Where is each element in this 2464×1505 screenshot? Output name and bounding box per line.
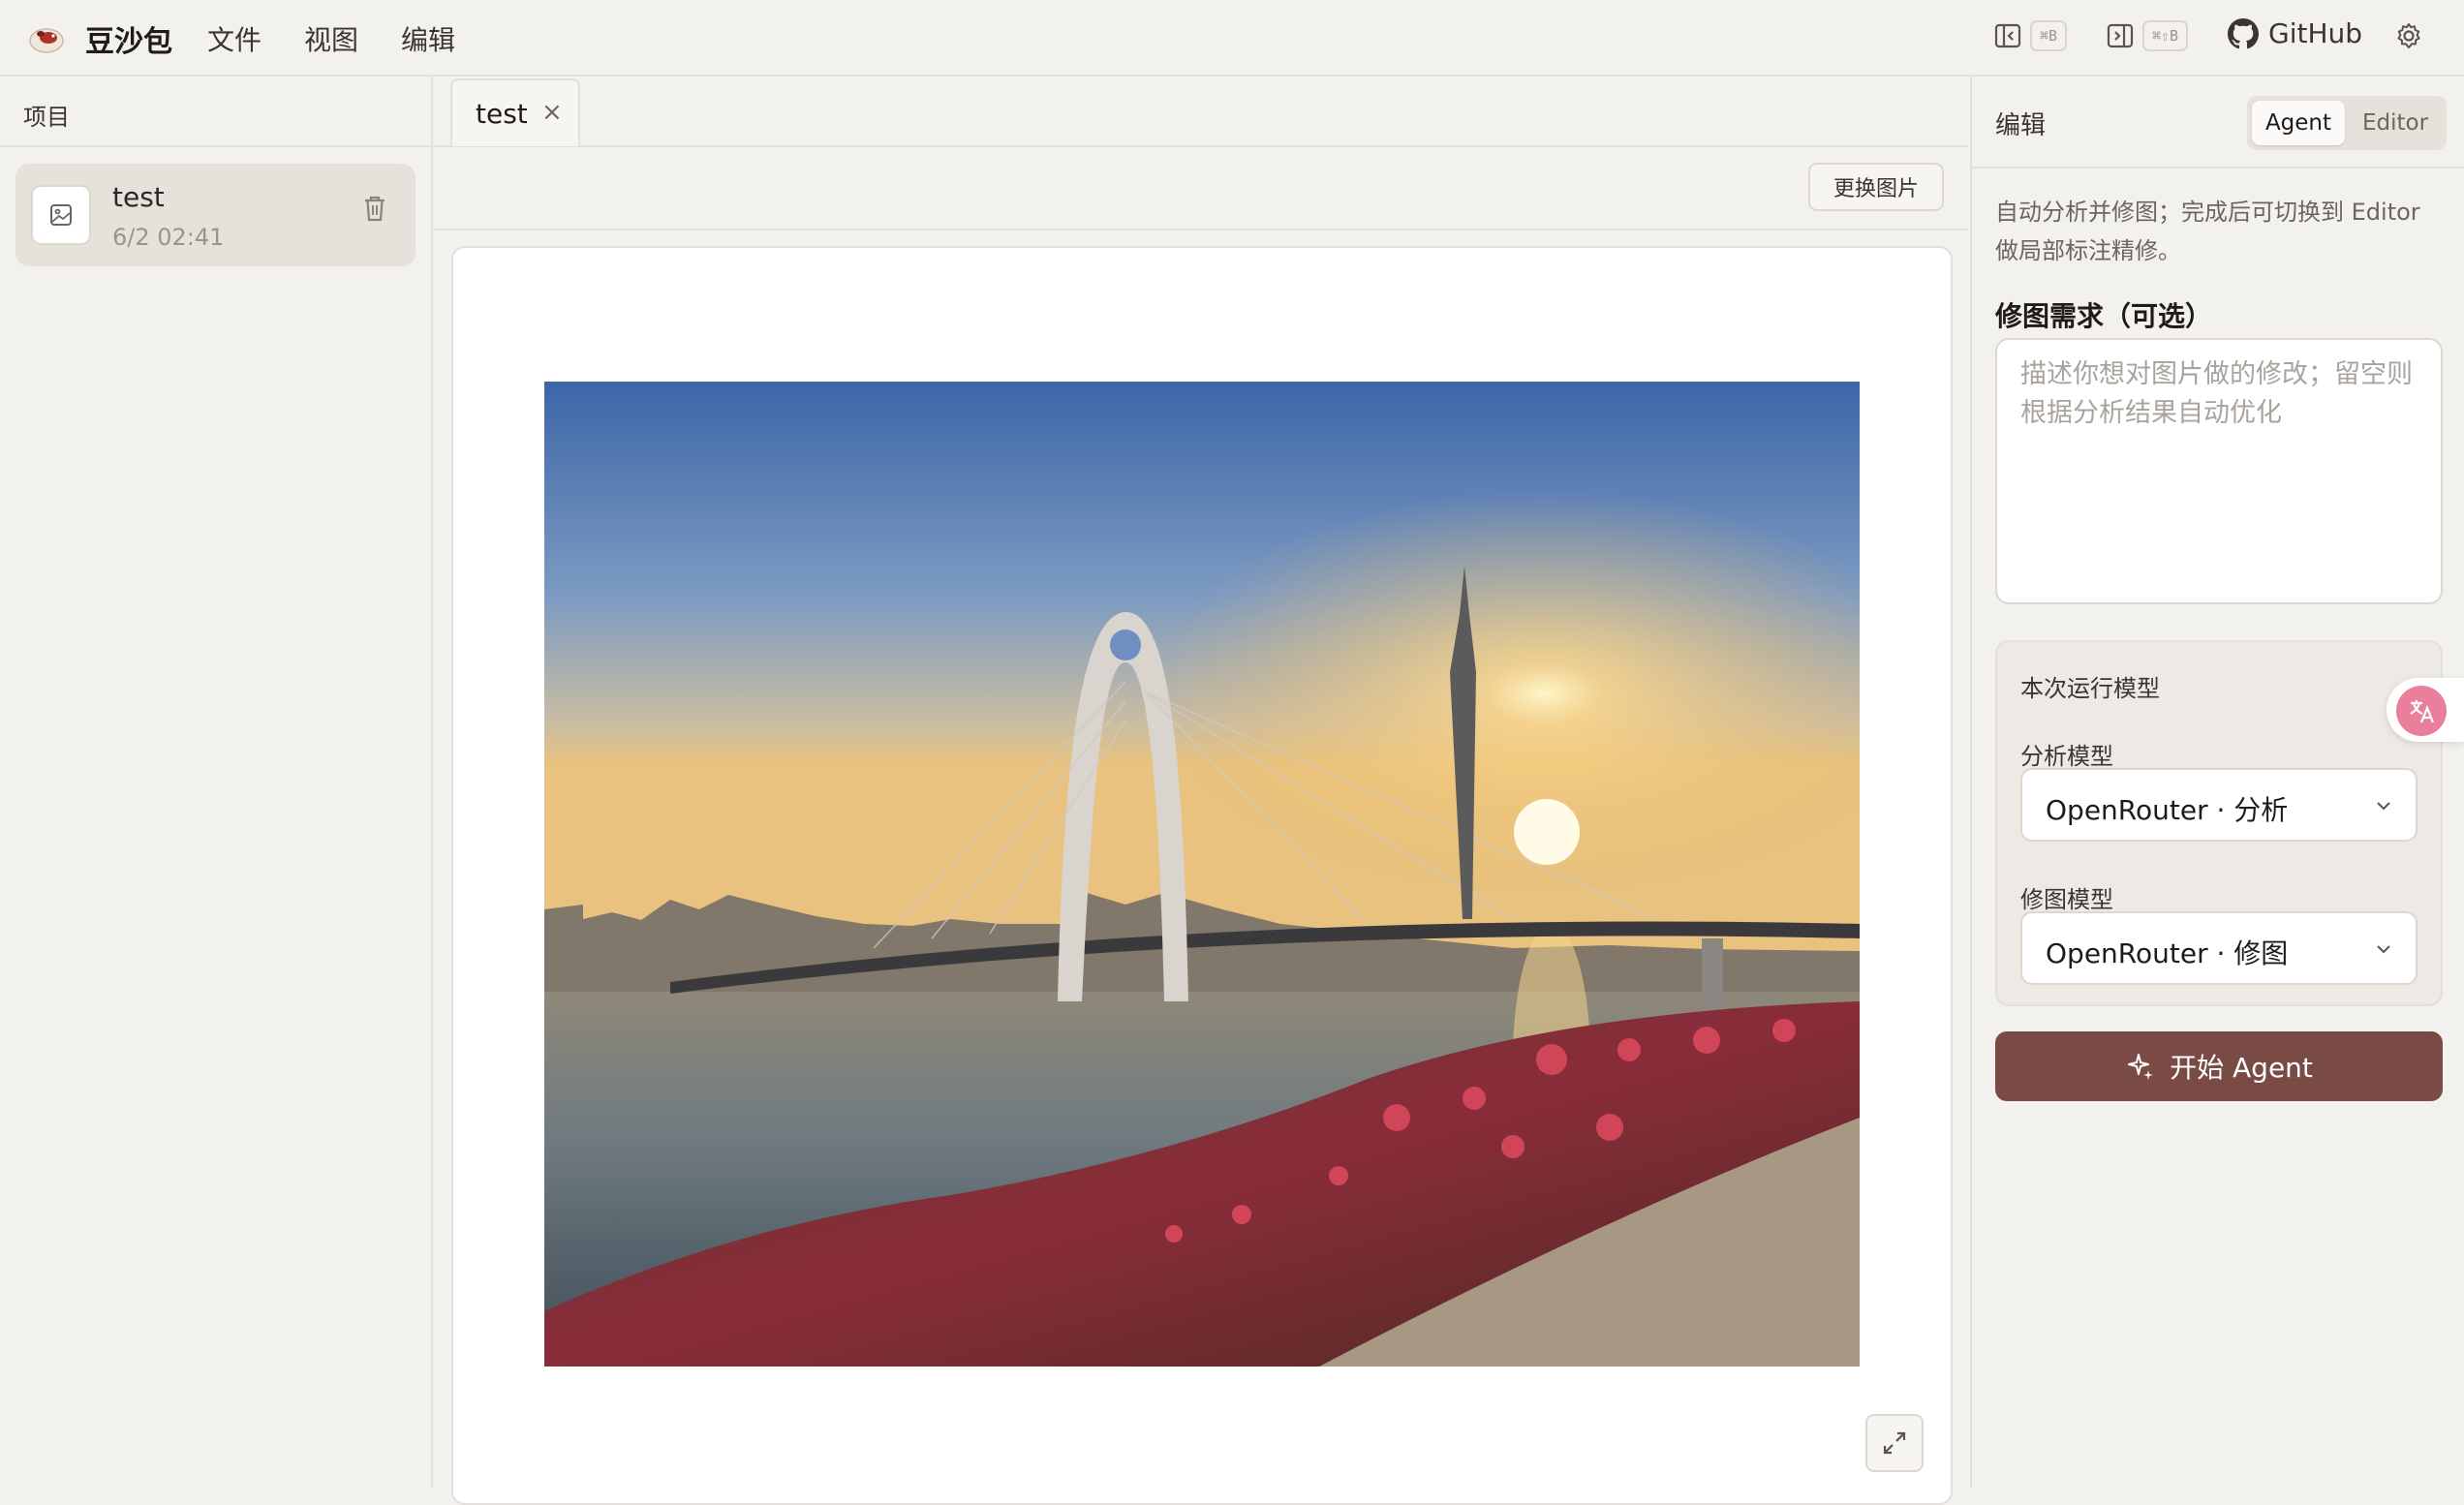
menu-file[interactable]: 文件 bbox=[207, 19, 262, 58]
tab-bar: test × bbox=[433, 77, 1968, 147]
sidebar-left-icon[interactable] bbox=[1993, 21, 2022, 50]
project-thumbnail bbox=[31, 185, 91, 245]
app-logo-icon bbox=[29, 28, 64, 53]
edit-model-value: OpenRouter · 修图 bbox=[2046, 937, 2289, 969]
request-input[interactable] bbox=[1995, 338, 2443, 604]
image-canvas bbox=[451, 246, 1953, 1505]
app-name: 豆沙包 bbox=[85, 25, 172, 59]
right-panel-shortcut: ⌘⇧B bbox=[2142, 20, 2189, 51]
sidebar-header: 项目 bbox=[0, 77, 431, 147]
request-label: 修图需求（可选） bbox=[1995, 300, 2213, 332]
start-agent-label: 开始 Agent bbox=[2170, 1052, 2313, 1084]
model-section-title: 本次运行模型 bbox=[2020, 675, 2160, 702]
gear-icon[interactable] bbox=[2394, 21, 2423, 50]
edit-panel-title: 编辑 bbox=[1995, 111, 2047, 140]
top-bar: 豆沙包 文件 视图 编辑 ⌘B ⌘⇧B GitHub bbox=[0, 0, 2464, 77]
menu-edit[interactable]: 编辑 bbox=[401, 19, 455, 58]
edit-model-label: 修图模型 bbox=[2020, 886, 2113, 913]
image-icon bbox=[50, 204, 72, 226]
agent-description: 自动分析并修图；完成后可切换到 Editor 做局部标注精修。 bbox=[1995, 199, 2420, 264]
project-date: 6/2 02:41 bbox=[112, 224, 225, 251]
tab-close-icon[interactable]: × bbox=[541, 98, 563, 127]
edit-model-select[interactable]: OpenRouter · 修图 bbox=[2020, 911, 2418, 985]
edit-panel: 编辑 Agent Editor 自动分析并修图；完成后可切换到 Editor 做… bbox=[1970, 77, 2464, 1488]
tab-label: test bbox=[476, 98, 528, 130]
trash-icon[interactable] bbox=[360, 193, 389, 224]
github-link[interactable]: GitHub bbox=[2228, 17, 2362, 49]
github-label: GitHub bbox=[2268, 17, 2363, 49]
mode-editor-button[interactable]: Editor bbox=[2349, 101, 2442, 145]
sidebar-right-icon[interactable] bbox=[2106, 21, 2135, 50]
expand-button[interactable] bbox=[1865, 1414, 1924, 1472]
photo-preview bbox=[544, 382, 1860, 1367]
project-sidebar: 项目 test 6/2 02:41 bbox=[0, 77, 433, 1488]
canvas-toolbar: 更换图片 bbox=[433, 147, 1968, 230]
menu-view[interactable]: 视图 bbox=[304, 19, 358, 58]
analysis-model-select[interactable]: OpenRouter · 分析 bbox=[2020, 768, 2418, 842]
model-section: 本次运行模型 分析模型 OpenRouter · 分析 修图模型 OpenRou… bbox=[1995, 640, 2443, 1006]
mode-agent-button[interactable]: Agent bbox=[2252, 101, 2345, 145]
mode-switch: Agent Editor bbox=[2247, 96, 2447, 150]
start-agent-button[interactable]: 开始 Agent bbox=[1995, 1031, 2443, 1101]
chevron-down-icon bbox=[2377, 945, 2390, 954]
chevron-down-icon bbox=[2377, 802, 2390, 811]
github-icon bbox=[2228, 17, 2259, 48]
translate-widget[interactable] bbox=[2387, 678, 2464, 742]
expand-icon bbox=[1883, 1431, 1906, 1455]
translate-icon bbox=[2396, 686, 2447, 736]
edit-panel-header: 编辑 Agent Editor bbox=[1972, 77, 2464, 169]
project-name: test bbox=[112, 181, 165, 213]
left-panel-shortcut: ⌘B bbox=[2030, 20, 2068, 51]
sparkle-icon bbox=[2128, 1054, 2154, 1080]
analysis-model-label: 分析模型 bbox=[2020, 743, 2113, 770]
tab-test[interactable]: test × bbox=[450, 78, 580, 146]
analysis-model-value: OpenRouter · 分析 bbox=[2046, 794, 2289, 826]
replace-image-button[interactable]: 更换图片 bbox=[1808, 163, 1944, 211]
project-item[interactable]: test 6/2 02:41 bbox=[15, 164, 416, 266]
